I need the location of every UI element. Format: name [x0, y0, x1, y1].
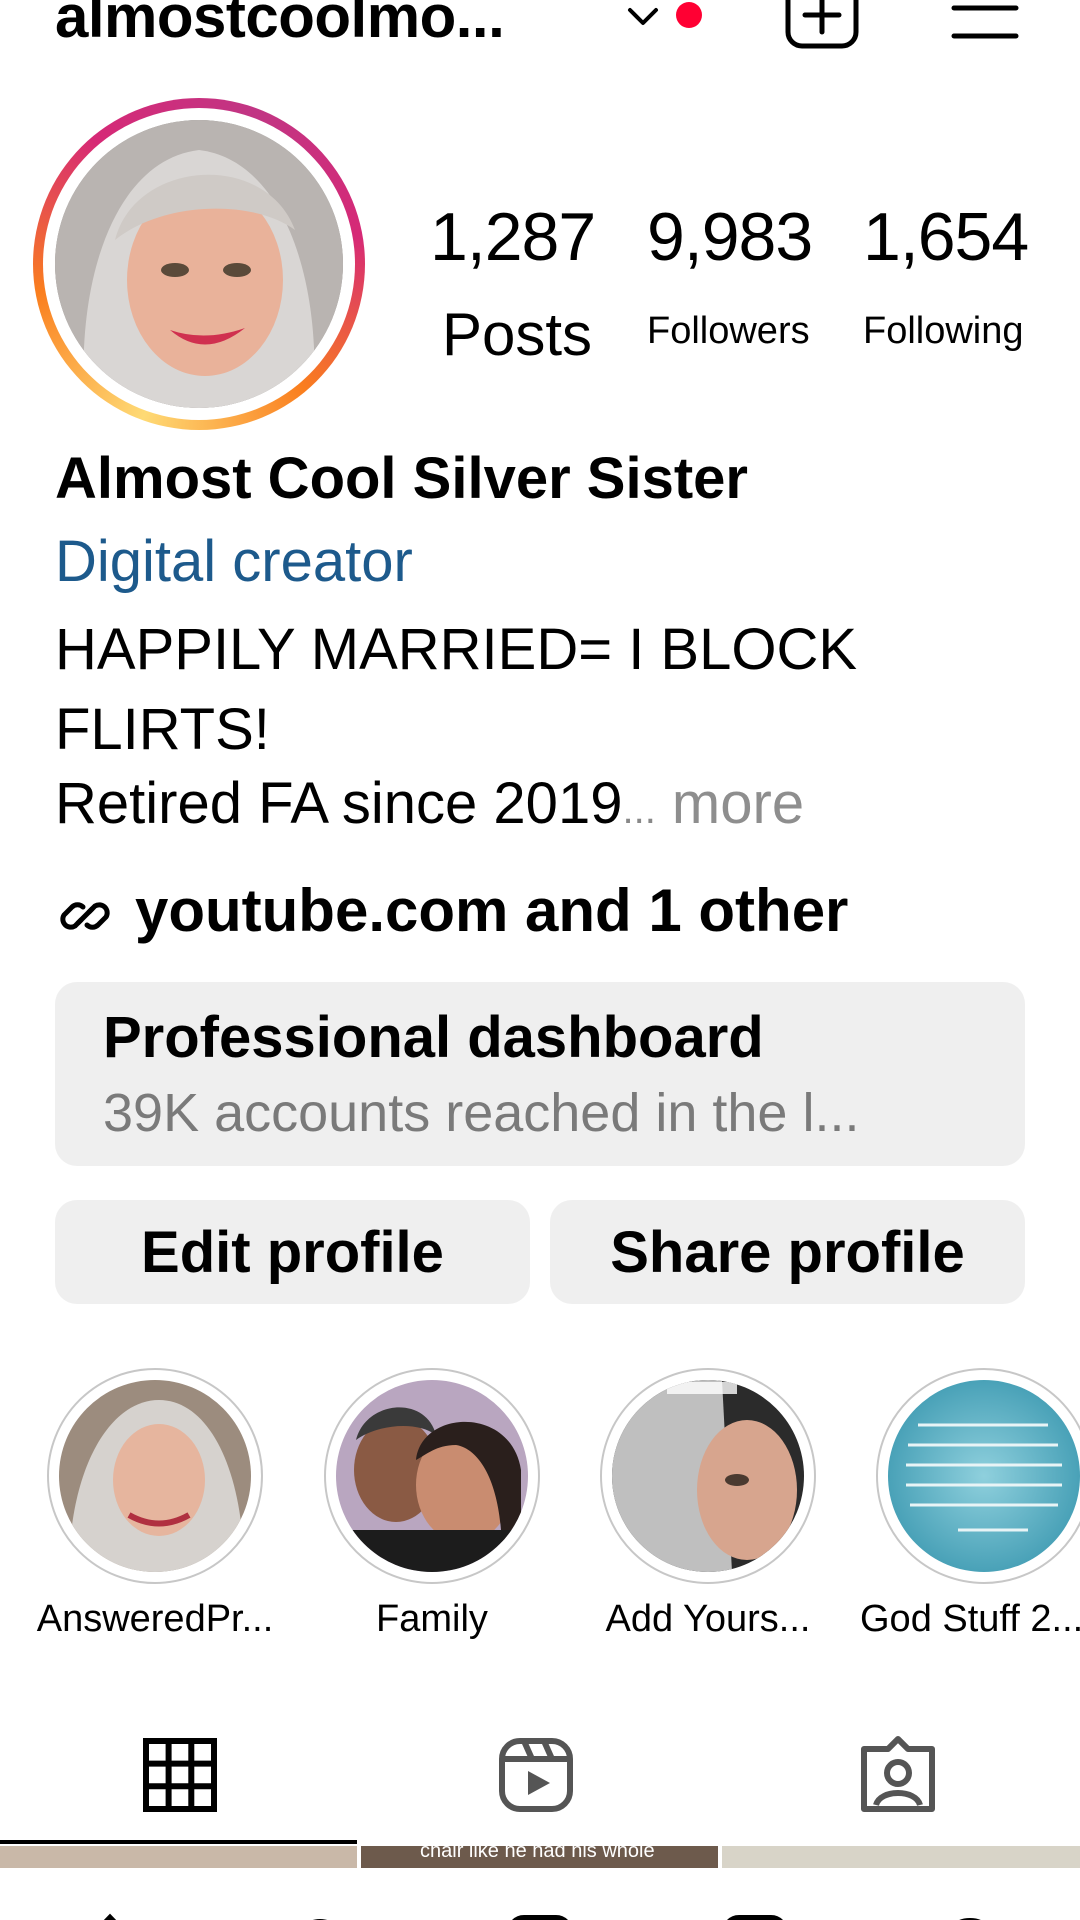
dashboard-title: Professional dashboard	[103, 1005, 764, 1070]
following-count[interactable]: 1,654	[863, 198, 1053, 276]
category-label: Digital creator	[55, 529, 413, 594]
highlight-god-stuff[interactable]	[876, 1368, 1080, 1584]
profile-header: almostcoolmo...	[0, 0, 1080, 70]
highlight-label[interactable]: AnsweredPr...	[20, 1598, 290, 1641]
bio-line: Retired FA since 2019... more	[55, 770, 804, 837]
reels-icon[interactable]	[496, 1735, 576, 1815]
reels-nav-icon[interactable]	[505, 1904, 575, 1920]
highlight-cover	[888, 1380, 1080, 1572]
search-icon[interactable]	[285, 1904, 355, 1920]
posts-label[interactable]: Posts	[442, 300, 592, 369]
post-grid-preview[interactable]: chair like he had his whole	[0, 1846, 1080, 1868]
highlight-cover	[59, 1380, 251, 1572]
grid-post-thumbnail[interactable]	[722, 1846, 1080, 1868]
followers-label[interactable]: Followers	[647, 310, 810, 353]
professional-dashboard[interactable]: Professional dashboard 39K accounts reac…	[55, 982, 1025, 1166]
bottom-navigation	[0, 1868, 1080, 1920]
grid-post-caption: chair like he had his whole	[420, 1846, 655, 1862]
share-profile-button[interactable]: Share profile	[550, 1200, 1025, 1304]
dashboard-subtitle: 39K accounts reached in the l...	[103, 1083, 860, 1143]
following-label[interactable]: Following	[863, 310, 1053, 353]
avatar	[55, 120, 343, 408]
highlight-family[interactable]	[324, 1368, 540, 1584]
bio-text: HAPPILY MARRIED= I BLOCK FLIRTS!	[55, 617, 858, 762]
highlight-answered-prayers[interactable]	[47, 1368, 263, 1584]
avatar-story-ring[interactable]	[33, 98, 365, 430]
active-tab-indicator	[0, 1840, 357, 1844]
more-link[interactable]: more	[656, 771, 804, 836]
highlight-label[interactable]: Add Yours...	[573, 1598, 843, 1641]
followers-count[interactable]: 9,983	[647, 198, 813, 276]
highlight-label[interactable]: Family	[297, 1598, 567, 1641]
highlight-cover	[336, 1380, 528, 1572]
highlight-label[interactable]: God Stuff 2...	[860, 1598, 1080, 1641]
display-name: Almost Cool Silver Sister	[55, 446, 748, 511]
username[interactable]: almostcoolmo...	[55, 0, 505, 51]
posts-count[interactable]: 1,287	[430, 198, 596, 276]
chevron-down-icon[interactable]	[626, 4, 660, 30]
notification-dot	[676, 2, 702, 28]
shop-icon[interactable]	[720, 1904, 790, 1920]
highlight-cover	[612, 1380, 804, 1572]
bio-text-continued: Retired FA since 2019	[55, 771, 623, 836]
grid-post-thumbnail[interactable]	[0, 1846, 357, 1868]
link-text[interactable]: youtube.com and 1 other	[135, 876, 848, 945]
menu-icon[interactable]	[950, 0, 1020, 46]
create-post-icon[interactable]	[784, 0, 860, 50]
edit-profile-button[interactable]: Edit profile	[55, 1200, 530, 1304]
profile-avatar-icon[interactable]	[935, 1904, 1005, 1920]
tagged-icon[interactable]	[858, 1735, 938, 1815]
highlight-add-yours[interactable]	[600, 1368, 816, 1584]
link-icon	[60, 902, 110, 930]
bio-ellipsis: ...	[622, 788, 656, 832]
grid-icon[interactable]	[140, 1735, 220, 1815]
home-icon[interactable]	[75, 1904, 145, 1920]
